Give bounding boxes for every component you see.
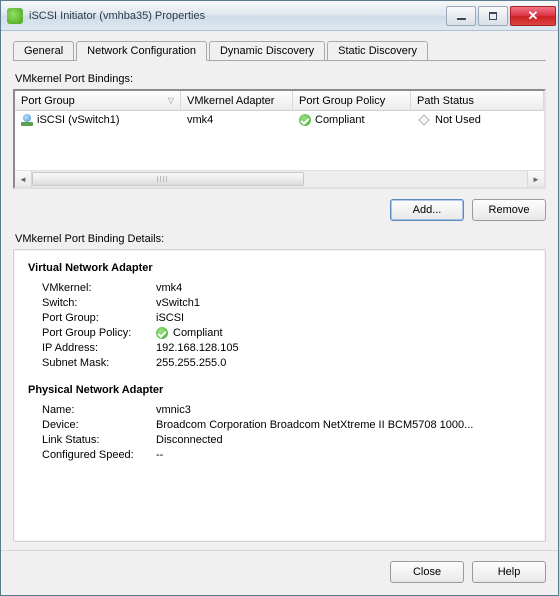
col-adapter-label: VMkernel Adapter xyxy=(187,95,274,107)
app-icon xyxy=(7,8,23,24)
details-label: VMkernel Port Binding Details: xyxy=(15,233,546,245)
portgroup-label: Port Group: xyxy=(28,312,156,324)
titlebar[interactable]: iSCSI Initiator (vmhba35) Properties ✕ xyxy=(1,1,558,31)
window-title: iSCSI Initiator (vmhba35) Properties xyxy=(29,10,444,22)
vmkernel-label: VMkernel: xyxy=(28,282,156,294)
col-path-status[interactable]: Path Status xyxy=(411,91,544,110)
col-adapter[interactable]: VMkernel Adapter xyxy=(181,91,293,110)
tab-dynamic-discovery[interactable]: Dynamic Discovery xyxy=(209,41,325,61)
scroll-track[interactable] xyxy=(32,171,527,187)
ip-value: 192.168.128.105 xyxy=(156,342,531,354)
details-box: Virtual Network Adapter VMkernel:vmk4 Sw… xyxy=(13,249,546,542)
close-dialog-button[interactable]: Close xyxy=(390,561,464,583)
policy-label: Port Group Policy: xyxy=(28,327,156,339)
scroll-thumb[interactable] xyxy=(32,172,304,186)
link-value: Disconnected xyxy=(156,434,531,446)
cell-port-group: iSCSI (vSwitch1) xyxy=(37,114,120,126)
scroll-left-icon[interactable]: ◄ xyxy=(15,171,32,187)
physical-adapter-title: Physical Network Adapter xyxy=(28,384,531,396)
remove-button[interactable]: Remove xyxy=(472,199,546,221)
cell-policy: Compliant xyxy=(315,114,365,126)
ip-label: IP Address: xyxy=(28,342,156,354)
horizontal-scrollbar[interactable]: ◄ ► xyxy=(15,170,544,187)
tab-static-discovery[interactable]: Static Discovery xyxy=(327,41,428,61)
col-policy[interactable]: Port Group Policy xyxy=(293,91,411,110)
name-label: Name: xyxy=(28,404,156,416)
cell-path: Not Used xyxy=(435,114,481,126)
table-header: Port Group ▽ VMkernel Adapter Port Group… xyxy=(15,91,544,111)
check-icon xyxy=(299,114,311,126)
dialog-window: iSCSI Initiator (vmhba35) Properties ✕ G… xyxy=(0,0,559,596)
tabstrip: General Network Configuration Dynamic Di… xyxy=(13,39,546,61)
col-port-group[interactable]: Port Group ▽ xyxy=(15,91,181,110)
minimize-button[interactable] xyxy=(446,6,476,26)
client-area: General Network Configuration Dynamic Di… xyxy=(1,31,558,542)
mask-value: 255.255.255.0 xyxy=(156,357,531,369)
tab-body: VMkernel Port Bindings: Port Group ▽ VMk… xyxy=(13,61,546,542)
policy-value: Compliant xyxy=(173,327,223,339)
device-value: Broadcom Corporation Broadcom NetXtreme … xyxy=(156,419,531,431)
col-port-group-label: Port Group xyxy=(21,95,75,107)
switch-label: Switch: xyxy=(28,297,156,309)
switch-value: vSwitch1 xyxy=(156,297,531,309)
virtual-adapter-title: Virtual Network Adapter xyxy=(28,262,531,274)
table-row[interactable]: iSCSI (vSwitch1) vmk4 Compliant Not Used xyxy=(15,111,544,129)
mask-label: Subnet Mask: xyxy=(28,357,156,369)
name-value: vmnic3 xyxy=(156,404,531,416)
device-label: Device: xyxy=(28,419,156,431)
cell-adapter: vmk4 xyxy=(187,114,213,126)
check-icon xyxy=(156,327,168,339)
dialog-footer: Close Help xyxy=(1,550,558,595)
diamond-icon xyxy=(418,114,429,125)
vmkernel-value: vmk4 xyxy=(156,282,531,294)
speed-label: Configured Speed: xyxy=(28,449,156,461)
portgroup-value: iSCSI xyxy=(156,312,531,324)
tab-general[interactable]: General xyxy=(13,41,74,61)
maximize-button[interactable] xyxy=(478,6,508,26)
link-label: Link Status: xyxy=(28,434,156,446)
bindings-label: VMkernel Port Bindings: xyxy=(15,73,546,85)
speed-value: -- xyxy=(156,449,531,461)
table-body: iSCSI (vSwitch1) vmk4 Compliant Not Used xyxy=(15,111,544,170)
sort-asc-icon: ▽ xyxy=(168,96,174,105)
close-button[interactable]: ✕ xyxy=(510,6,556,26)
tab-network-configuration[interactable]: Network Configuration xyxy=(76,41,207,61)
bindings-table: Port Group ▽ VMkernel Adapter Port Group… xyxy=(13,89,546,189)
col-policy-label: Port Group Policy xyxy=(299,95,385,107)
network-icon xyxy=(21,114,33,126)
col-path-label: Path Status xyxy=(417,95,474,107)
add-button[interactable]: Add... xyxy=(390,199,464,221)
help-button[interactable]: Help xyxy=(472,561,546,583)
scroll-right-icon[interactable]: ► xyxy=(527,171,544,187)
